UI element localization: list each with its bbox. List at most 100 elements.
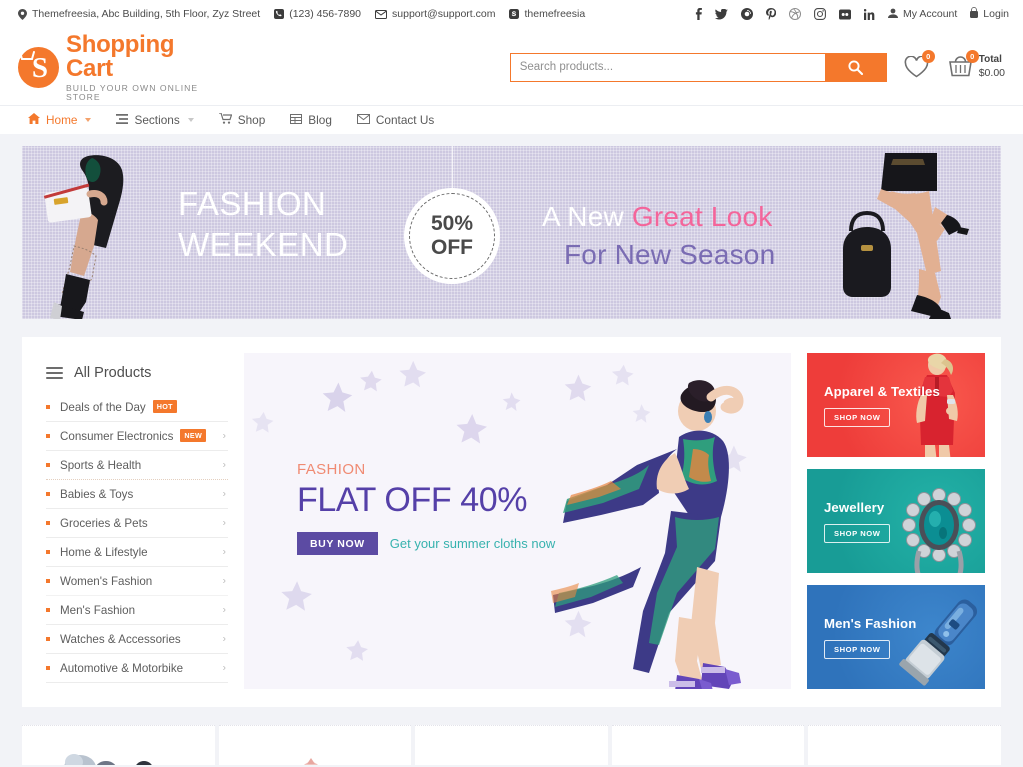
- contact-info-group: Themefreesia, Abc Building, 5th Floor, Z…: [18, 8, 585, 20]
- dribbble-icon[interactable]: [789, 8, 802, 20]
- product-card-2[interactable]: [218, 725, 412, 765]
- search-submit-button[interactable]: [824, 52, 887, 82]
- nav-item-sections[interactable]: Sections: [116, 113, 194, 127]
- phone-text: (123) 456-7890: [289, 8, 362, 20]
- email-info[interactable]: support@support.com: [375, 8, 495, 20]
- hero-model-right-image: [843, 153, 969, 319]
- sidebar-item-sports-health[interactable]: Sports & Health ›: [46, 451, 228, 480]
- sidebar-item-watches-accessories[interactable]: Watches & Accessories ›: [46, 625, 228, 654]
- promo-card-title: Apparel & Textiles: [824, 383, 940, 399]
- category-label: Men's Fashion: [60, 603, 136, 617]
- product-card-3[interactable]: [415, 725, 608, 765]
- sidebar-item-groceries-pets[interactable]: Groceries & Pets ›: [46, 509, 228, 538]
- chevron-right-icon: ›: [222, 430, 226, 442]
- category-label: Consumer Electronics: [60, 429, 174, 443]
- product-card-4[interactable]: [611, 725, 805, 765]
- site-header: S Shopping Cart BUILD YOUR OWN ONLINE ST…: [0, 29, 1023, 105]
- nav-label-sections: Sections: [134, 113, 180, 127]
- phone-info[interactable]: (123) 456-7890: [274, 8, 361, 20]
- product-card-1[interactable]: [22, 725, 215, 765]
- hero-banner[interactable]: FASHION WEEKEND 50% OFF A New Great Look…: [22, 146, 1001, 319]
- hero-sub-pink: Great Look: [631, 201, 773, 232]
- facebook-icon[interactable]: [695, 8, 702, 20]
- buy-now-button[interactable]: BUY NOW: [297, 532, 378, 556]
- featured-promo-banner[interactable]: FASHION FLAT OFF 40% BUY NOW Get your su…: [244, 353, 791, 689]
- skype-text: themefreesia: [524, 8, 586, 20]
- linkedin-icon[interactable]: [864, 8, 875, 20]
- search-box[interactable]: [509, 52, 825, 82]
- my-account-link[interactable]: My Account: [888, 8, 957, 21]
- nav-item-shop[interactable]: Shop: [218, 112, 266, 127]
- logo-tagline: BUILD YOUR OWN ONLINE STORE: [66, 82, 199, 102]
- bullet-icon: [46, 521, 50, 525]
- lock-icon: [970, 6, 979, 21]
- nav-item-home[interactable]: Home: [28, 113, 92, 127]
- discount-badge: 50% OFF: [404, 188, 500, 284]
- shop-now-button[interactable]: SHOP NOW: [824, 639, 891, 659]
- hero-model-left-image: [43, 155, 124, 319]
- shop-now-button[interactable]: SHOP NOW: [824, 523, 891, 543]
- flickr-icon[interactable]: [839, 9, 852, 20]
- sidebar-item-deals-of-the-day[interactable]: Deals of the Day HOT: [46, 393, 228, 422]
- nav-label-shop: Shop: [237, 113, 266, 127]
- cart-total-label: Total: [978, 54, 1002, 66]
- sidebar-item-babies-toys[interactable]: Babies & Toys ›: [46, 480, 228, 509]
- sidebar-item-mens-fashion[interactable]: Men's Fashion ›: [46, 596, 228, 625]
- promo-card-jewellery[interactable]: Jewellery SHOP NOW: [807, 469, 985, 573]
- bullet-icon: [46, 463, 50, 467]
- sidebar-item-consumer-electronics[interactable]: Consumer Electronics NEW ›: [46, 422, 228, 451]
- twitter-icon[interactable]: [715, 8, 729, 20]
- google-plus-icon[interactable]: [741, 8, 754, 20]
- chevron-down-icon: [187, 118, 194, 122]
- sidebar-item-womens-fashion[interactable]: Women's Fashion ›: [46, 567, 228, 596]
- main-content-panel: All Products Deals of the Day HOT Consum…: [22, 337, 1001, 707]
- home-icon: [28, 113, 40, 127]
- sidebar-item-home-lifestyle[interactable]: Home & Lifestyle ›: [46, 538, 228, 567]
- pinterest-icon[interactable]: [766, 8, 777, 20]
- site-logo[interactable]: S Shopping Cart BUILD YOUR OWN ONLINE ST…: [14, 30, 220, 102]
- promo-card-mens-fashion[interactable]: Men's Fashion SHOP NOW: [807, 585, 985, 689]
- promo-cta-row: BUY NOW Get your summer cloths now: [297, 532, 556, 556]
- promo-subtitle: Get your summer cloths now: [389, 536, 556, 552]
- promo-kicker: FASHION: [297, 461, 366, 478]
- discount-badge-string: [452, 146, 453, 188]
- promo-card-apparel-textiles[interactable]: Apparel & Textiles SHOP NOW: [807, 353, 985, 457]
- wishlist-count-badge: 0: [921, 50, 935, 63]
- instagram-icon[interactable]: [814, 8, 826, 20]
- sidebar-item-automotive-motorbike[interactable]: Automotive & Motorbike ›: [46, 654, 228, 683]
- chevron-right-icon: ›: [222, 488, 226, 500]
- hamburger-icon: [46, 367, 63, 379]
- logo-title: Shopping Cart: [66, 30, 175, 82]
- bullet-icon: [46, 608, 50, 612]
- wishlist-button[interactable]: 0: [904, 50, 935, 78]
- grid-icon: [290, 113, 303, 127]
- product-card-5[interactable]: [808, 725, 1001, 765]
- promo-card-title: Men's Fashion: [824, 615, 917, 631]
- skype-info[interactable]: themefreesia: [509, 8, 585, 20]
- top-info-bar: Themefreesia, Abc Building, 5th Floor, Z…: [0, 0, 1023, 29]
- bullet-icon: [46, 492, 50, 496]
- promo-model-image: [551, 380, 744, 689]
- chevron-right-icon: ›: [222, 546, 226, 558]
- search-form: [509, 52, 887, 82]
- product-thumbnail: [612, 732, 792, 765]
- shop-now-button[interactable]: SHOP NOW: [824, 407, 891, 427]
- logo-mark: S: [14, 45, 59, 88]
- address-info: Themefreesia, Abc Building, 5th Floor, Z…: [18, 8, 260, 20]
- cart-total-amount: $0.00: [978, 66, 1005, 79]
- all-products-header[interactable]: All Products: [38, 365, 228, 381]
- cart-count-badge: 0: [965, 50, 979, 63]
- list-icon: [116, 113, 129, 127]
- hero-sub-white: A New: [542, 201, 632, 232]
- login-link[interactable]: Login: [970, 6, 1009, 21]
- product-thumbnail: [64, 754, 152, 765]
- category-label: Automotive & Motorbike: [60, 661, 184, 675]
- category-label: Women's Fashion: [60, 574, 153, 588]
- category-label: Babies & Toys: [60, 487, 134, 501]
- search-input[interactable]: [519, 61, 816, 73]
- nav-item-blog[interactable]: Blog: [290, 113, 332, 127]
- cart-button[interactable]: 0: [948, 50, 979, 78]
- hero-subheadline: A New Great Look For New Season: [542, 198, 775, 274]
- nav-item-contact-us[interactable]: Contact Us: [356, 113, 434, 127]
- hot-badge: HOT: [152, 400, 177, 413]
